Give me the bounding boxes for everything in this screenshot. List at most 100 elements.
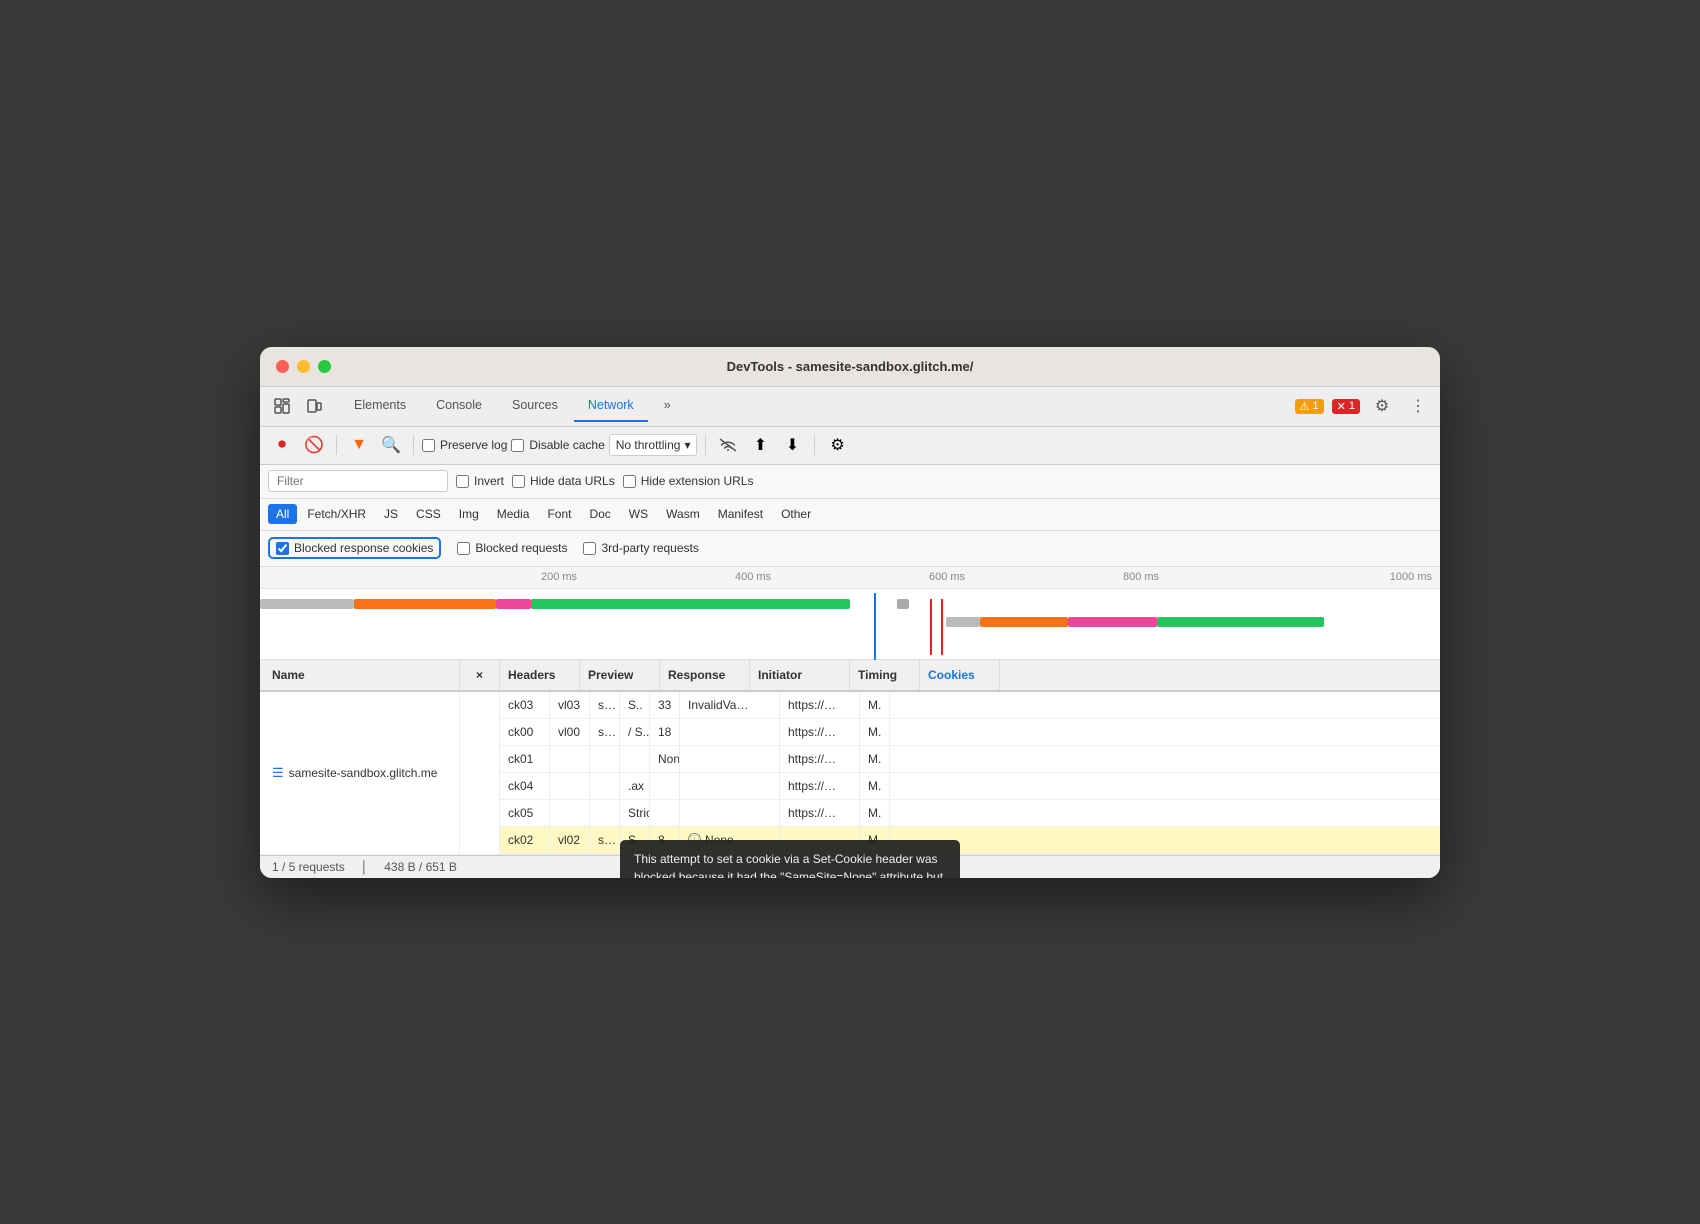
td-ck01-size: None [650, 746, 680, 772]
filter-icon[interactable]: ▼ [345, 431, 373, 459]
clear-button[interactable]: 🚫 [300, 431, 328, 459]
tabs: Elements Console Sources Network » [340, 390, 1295, 422]
titlebar: DevTools - samesite-sandbox.glitch.me/ [260, 347, 1440, 387]
size-status: 438 B / 651 B [384, 860, 457, 874]
td-ck02-m: M. [860, 827, 890, 853]
td-ck01-val [550, 746, 590, 772]
window-title: DevTools - samesite-sandbox.glitch.me/ [727, 359, 974, 374]
third-party-checkbox[interactable] [583, 542, 596, 555]
invert-label[interactable]: Invert [456, 474, 504, 488]
th-x: × [460, 660, 500, 690]
cookie-row-ck01[interactable]: ck01 None https://… M. [500, 746, 1440, 773]
wifi-icon[interactable] [714, 431, 742, 459]
th-preview: Preview [580, 660, 660, 690]
td-ck05-size [650, 800, 680, 826]
hide-ext-checkbox[interactable] [623, 475, 636, 488]
devtools-window: DevTools - samesite-sandbox.glitch.me/ [260, 347, 1440, 878]
cookie-row-ck00[interactable]: ck00 vl00 s… / S.. 18 https://… M. [500, 719, 1440, 746]
tab-elements[interactable]: Elements [340, 390, 420, 422]
preserve-log-checkbox[interactable] [422, 439, 435, 452]
type-doc[interactable]: Doc [581, 504, 618, 524]
blocked-requests-checkbox[interactable] [457, 542, 470, 555]
td-ck03-size: 33 [650, 692, 680, 718]
type-wasm[interactable]: Wasm [658, 504, 708, 524]
tab-network[interactable]: Network [574, 390, 648, 422]
invert-checkbox[interactable] [456, 475, 469, 488]
th-cookies: Cookies [920, 660, 1000, 690]
ruler-mark-1: 200 ms [462, 571, 656, 583]
search-icon[interactable]: 🔍 [377, 431, 405, 459]
type-other[interactable]: Other [773, 504, 819, 524]
type-all[interactable]: All [268, 504, 297, 524]
th-name: Name [260, 660, 460, 690]
td-ck04-size [650, 773, 680, 799]
table-row-main[interactable]: ☰ samesite-sandbox.glitch.me ck03 vl03 s… [260, 692, 1440, 855]
third-party-text: 3rd-party requests [601, 541, 698, 555]
hide-data-urls-label[interactable]: Hide data URLs [512, 474, 615, 488]
disable-cache-checkbox[interactable] [511, 439, 524, 452]
td-ck02-url [780, 827, 860, 853]
cookie-row-ck04[interactable]: ck04 .ax https://… M. [500, 773, 1440, 800]
separator-2 [413, 435, 414, 455]
throttle-dropdown[interactable]: No throttling ▾ [609, 434, 698, 456]
separator-3 [705, 435, 706, 455]
type-img[interactable]: Img [451, 504, 487, 524]
cookie-row-ck05[interactable]: ck05 Strict https://… M. [500, 800, 1440, 827]
minimize-button[interactable] [297, 360, 310, 373]
inspect-icon[interactable] [268, 392, 296, 420]
type-font[interactable]: Font [539, 504, 579, 524]
disable-cache-label[interactable]: Disable cache [511, 438, 604, 452]
more-options-icon[interactable]: ⋮ [1404, 392, 1432, 420]
third-party-label[interactable]: 3rd-party requests [583, 541, 698, 555]
td-ck01-url: https://… [780, 746, 860, 772]
cookie-row-ck02[interactable]: ck02 vl02 s… / S.. 8 ⓘ None M. [500, 827, 1440, 854]
td-ck05-m: M. [860, 800, 890, 826]
tab-sources[interactable]: Sources [498, 390, 572, 422]
separator-1 [336, 435, 337, 455]
tab-console[interactable]: Console [422, 390, 496, 422]
filter-input[interactable] [268, 470, 448, 492]
maximize-button[interactable] [318, 360, 331, 373]
type-css[interactable]: CSS [408, 504, 449, 524]
type-js[interactable]: JS [376, 504, 406, 524]
network-table-container: Name × Headers Preview Response Initiato… [260, 660, 1440, 855]
device-icon[interactable] [300, 392, 328, 420]
download-icon[interactable]: ⬇ [778, 431, 806, 459]
error-icon: ✕ [1337, 400, 1346, 413]
record-button[interactable]: ⏺ [268, 431, 296, 459]
devtools-panel: Elements Console Sources Network » ⚠ 1 ✕… [260, 387, 1440, 878]
hide-data-urls-checkbox[interactable] [512, 475, 525, 488]
blocked-cookies-label[interactable]: Blocked response cookies [276, 541, 433, 555]
blocked-cookies-text: Blocked response cookies [294, 541, 433, 555]
separator-4 [814, 435, 815, 455]
th-timing: Timing [850, 660, 920, 690]
td-ck04-init [680, 773, 780, 799]
settings-icon[interactable]: ⚙ [1368, 392, 1396, 420]
hide-ext-label[interactable]: Hide extension URLs [623, 474, 754, 488]
cookie-row-ck03[interactable]: ck03 vl03 s… S.. 33 InvalidVa… https://…… [500, 692, 1440, 719]
tab-bar: Elements Console Sources Network » ⚠ 1 ✕… [260, 387, 1440, 427]
blocked-requests-label[interactable]: Blocked requests [457, 541, 567, 555]
type-media[interactable]: Media [489, 504, 538, 524]
preserve-log-label[interactable]: Preserve log [422, 438, 507, 452]
blocked-cookies-highlight: Blocked response cookies [268, 537, 441, 559]
type-fetch-xhr[interactable]: Fetch/XHR [299, 504, 374, 524]
type-manifest[interactable]: Manifest [710, 504, 771, 524]
warning-count: 1 [1313, 400, 1319, 412]
td-ck03-m: M. [860, 692, 890, 718]
type-filter-bar: All Fetch/XHR JS CSS Img Media Font Doc … [260, 499, 1440, 531]
td-ck01-init [680, 746, 780, 772]
upload-icon[interactable]: ⬆ [746, 431, 774, 459]
close-button[interactable] [276, 360, 289, 373]
throttle-label: No throttling [616, 438, 681, 452]
td-ck05-init [680, 800, 780, 826]
blocked-cookies-checkbox[interactable] [276, 542, 289, 555]
td-ck00-s: / S.. [620, 719, 650, 745]
td-ck05-val [550, 800, 590, 826]
td-ck03-s: S.. [620, 692, 650, 718]
timeline: 200 ms 400 ms 600 ms 800 ms 1000 ms [260, 567, 1440, 660]
settings2-icon[interactable]: ⚙ [823, 431, 851, 459]
type-ws[interactable]: WS [621, 504, 656, 524]
tab-more[interactable]: » [650, 390, 685, 422]
tab-bar-right: ⚠ 1 ✕ 1 ⚙ ⋮ [1295, 392, 1432, 420]
